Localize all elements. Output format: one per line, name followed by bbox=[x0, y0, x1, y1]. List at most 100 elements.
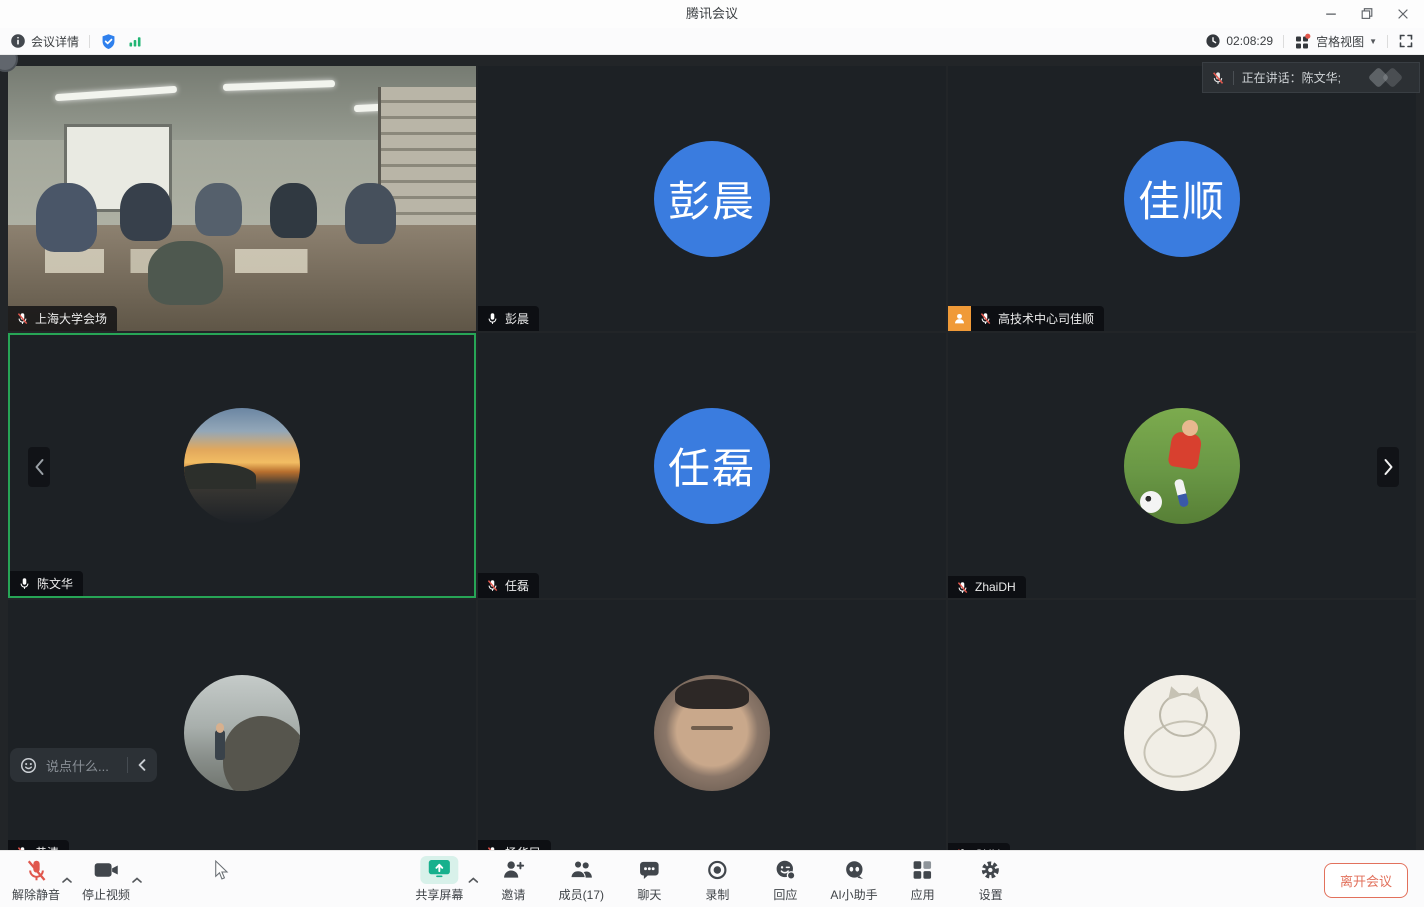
video-grid-area: 上海大学会场 彭晨 彭晨 佳顺 高技术中心 bbox=[0, 55, 1424, 907]
chevron-left-icon bbox=[34, 458, 45, 476]
room-shape bbox=[345, 183, 396, 244]
members-button[interactable]: 成员(17) bbox=[558, 856, 604, 903]
participant-name: 任磊 bbox=[505, 577, 529, 594]
meeting-details-button[interactable]: 会议详情 bbox=[10, 33, 79, 50]
close-icon[interactable] bbox=[1388, 2, 1418, 26]
unmute-button[interactable]: 解除静音 bbox=[12, 856, 60, 903]
meeting-duration: 02:08:29 bbox=[1205, 33, 1273, 49]
ai-assistant-button[interactable]: AI小助手 bbox=[830, 856, 877, 903]
speaking-mic-icon bbox=[1211, 71, 1225, 85]
ai-assistant-icon bbox=[842, 858, 866, 882]
conference-room-video bbox=[8, 66, 476, 331]
apps-label: 应用 bbox=[911, 886, 935, 903]
avatar-photo bbox=[184, 408, 300, 524]
avatar-photo bbox=[1124, 675, 1240, 791]
video-tile-jiashun[interactable]: 佳顺 高技术中心司佳顺 bbox=[948, 66, 1416, 331]
photo-shape bbox=[223, 716, 300, 790]
network-signal-button[interactable] bbox=[127, 33, 143, 49]
view-mode-switcher[interactable]: 宫格视图 ▼ bbox=[1294, 33, 1377, 50]
participant-label: 陈文华 bbox=[10, 571, 83, 596]
apps-grid-icon bbox=[911, 858, 935, 882]
mic-on-icon bbox=[18, 577, 31, 590]
video-tile-renlei[interactable]: 任磊 任磊 bbox=[478, 333, 946, 598]
emoji-smiley-icon[interactable] bbox=[20, 757, 37, 774]
chat-button[interactable]: 聊天 bbox=[626, 856, 672, 903]
video-tile-huangqing[interactable]: 黄清 bbox=[8, 600, 476, 865]
leave-meeting-button[interactable]: 离开会议 bbox=[1324, 863, 1408, 898]
video-options-caret[interactable] bbox=[132, 871, 142, 889]
meeting-details-label: 会议详情 bbox=[31, 33, 79, 50]
next-page-arrow[interactable] bbox=[1377, 447, 1399, 487]
video-tile-shanghai-univ[interactable]: 上海大学会场 bbox=[8, 66, 476, 331]
info-icon bbox=[10, 33, 26, 49]
video-tile-zhaidh[interactable]: ZhaiDH bbox=[948, 333, 1416, 598]
video-tile-pengchen[interactable]: 彭晨 彭晨 bbox=[478, 66, 946, 331]
invite-person-icon bbox=[501, 858, 525, 882]
share-screen-icon bbox=[427, 859, 451, 878]
video-grid: 上海大学会场 彭晨 彭晨 佳顺 高技术中心 bbox=[8, 66, 1416, 865]
reactions-label: 回应 bbox=[773, 886, 797, 903]
chevron-right-icon bbox=[1383, 458, 1394, 476]
share-options-caret[interactable] bbox=[468, 871, 478, 889]
room-shape bbox=[270, 183, 317, 239]
chat-bubble-icon bbox=[637, 858, 661, 882]
minimize-icon[interactable] bbox=[1316, 2, 1346, 26]
record-button[interactable]: 录制 bbox=[694, 856, 740, 903]
invite-button[interactable]: 邀请 bbox=[490, 856, 536, 903]
restore-icon[interactable] bbox=[1352, 2, 1382, 26]
collapse-chevron-left-icon[interactable] bbox=[137, 759, 147, 771]
video-tile-shu[interactable]: SHU bbox=[948, 600, 1416, 865]
room-shape bbox=[195, 183, 242, 236]
divider bbox=[89, 35, 90, 48]
settings-label: 设置 bbox=[979, 886, 1003, 903]
room-shape bbox=[120, 183, 171, 241]
video-tile-yanghuamin[interactable]: 杨华民 bbox=[478, 600, 946, 865]
camera-icon bbox=[94, 861, 119, 879]
record-label: 录制 bbox=[705, 886, 729, 903]
reactions-button[interactable]: 回应 bbox=[762, 856, 808, 903]
stop-video-button[interactable]: 停止视频 bbox=[82, 856, 130, 903]
audio-options-caret[interactable] bbox=[62, 871, 72, 889]
room-shape bbox=[36, 183, 97, 252]
window-controls bbox=[1316, 0, 1418, 28]
room-shape bbox=[148, 241, 223, 305]
chevron-down-icon: ▼ bbox=[1369, 37, 1377, 46]
avatar-photo bbox=[1124, 408, 1240, 524]
prev-page-arrow[interactable] bbox=[28, 447, 50, 487]
invite-label: 邀请 bbox=[501, 886, 525, 903]
divider bbox=[1233, 71, 1234, 85]
video-tile-chenwenhua[interactable]: 陈文华 bbox=[8, 333, 476, 598]
reaction-emoji-icon bbox=[773, 858, 797, 882]
photo-shape bbox=[691, 726, 733, 731]
photo-shape bbox=[216, 723, 224, 732]
divider bbox=[127, 757, 128, 773]
gear-icon bbox=[979, 858, 1003, 882]
photo-shape bbox=[215, 730, 224, 760]
apps-button[interactable]: 应用 bbox=[900, 856, 946, 903]
grid-view-icon bbox=[1294, 33, 1311, 50]
signal-bars-icon bbox=[127, 33, 143, 49]
members-label: 成员(17) bbox=[559, 886, 604, 903]
avatar-photo bbox=[654, 675, 770, 791]
quick-chat-bar: 说点什么... bbox=[10, 748, 157, 782]
chat-label: 聊天 bbox=[637, 886, 661, 903]
share-screen-button[interactable]: 共享屏幕 bbox=[410, 856, 468, 903]
mic-on-icon bbox=[486, 312, 499, 325]
chat-input[interactable]: 说点什么... bbox=[46, 756, 118, 775]
fullscreen-button[interactable] bbox=[1398, 33, 1414, 49]
speaking-text: 正在讲话：陈文华; bbox=[1242, 69, 1341, 86]
share-screen-label: 共享屏幕 bbox=[415, 886, 463, 903]
shield-check-icon bbox=[100, 33, 117, 50]
ai-assistant-label: AI小助手 bbox=[830, 886, 877, 903]
mic-muted-icon bbox=[486, 579, 499, 592]
participant-label: 上海大学会场 bbox=[8, 306, 117, 331]
window-titlebar: 腾讯会议 bbox=[0, 0, 1424, 28]
security-shield-button[interactable] bbox=[100, 33, 117, 50]
participant-name: 彭晨 bbox=[505, 310, 529, 327]
settings-button[interactable]: 设置 bbox=[968, 856, 1014, 903]
photo-shape bbox=[675, 679, 749, 709]
view-mode-label: 宫格视图 bbox=[1316, 33, 1364, 50]
record-icon bbox=[705, 858, 729, 882]
members-icon bbox=[569, 858, 593, 882]
mic-muted-icon bbox=[956, 581, 969, 594]
